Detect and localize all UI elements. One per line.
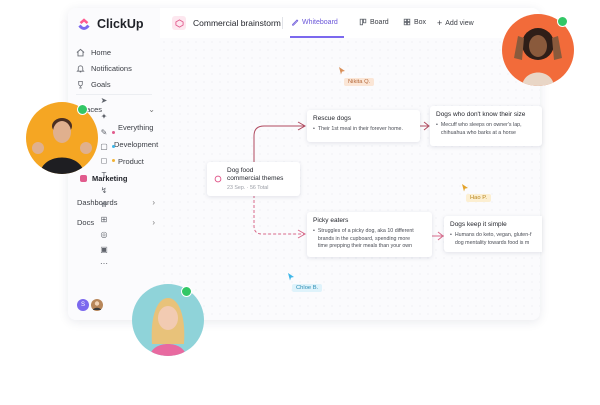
cursor-label-hao: Hao P. xyxy=(466,194,491,202)
card-body: • Mecuff who sleeps on owner's lap, chihua… xyxy=(436,122,522,136)
online-status-dot xyxy=(557,16,568,27)
person-smiling-icon xyxy=(150,298,186,356)
card-body-text: dog mentality towards food is m xyxy=(454,239,530,246)
card-title: Dogs who don't know their size xyxy=(436,111,526,118)
collaborator-avatar-bottom[interactable] xyxy=(132,284,204,356)
cursor-label-chloe: Chloe B. xyxy=(292,284,323,292)
online-status-dot xyxy=(181,286,192,297)
card-dogs-size[interactable]: Dogs who don't know their size • Mecuff w… xyxy=(430,106,542,146)
card-body-text: brands in the cupboard, spending more xyxy=(317,235,411,242)
card-body: • Humans do keto, vegan, gluten-f dog ment… xyxy=(450,232,532,246)
cursor-pointer-icon xyxy=(339,67,345,75)
card-body-text: Mecuff who sleeps on owner's lap, xyxy=(440,122,522,128)
card-body-text: chihuahua who barks at a horse xyxy=(440,129,516,136)
center-card-title-line2: commercial themes xyxy=(227,175,284,182)
cursor-label-nikita: Nikita Q. xyxy=(344,78,375,86)
card-body-text: Struggles of a picky dog, aka 10 differe… xyxy=(317,228,414,234)
card-title: Dogs keep it simple xyxy=(450,221,507,228)
center-card-title-line1: Dog food xyxy=(227,167,254,174)
online-status-dot xyxy=(77,104,88,115)
card-title: Rescue dogs xyxy=(313,115,351,122)
center-card-meta: 23 Sep. · 56 Total xyxy=(227,185,269,191)
person-thumbs-up-icon xyxy=(32,118,92,174)
card-rescue-dogs[interactable]: Rescue dogs • Their 1st meal in their for… xyxy=(307,110,420,142)
card-body: • Their 1st meal in their forever home. xyxy=(313,126,403,132)
card-keep-simple[interactable]: Dogs keep it simple • Humans do keto, veg… xyxy=(444,216,542,252)
circle-status-icon xyxy=(214,175,222,183)
card-body-text: Humans do keto, vegan, gluten-f xyxy=(454,232,532,238)
connector-to-picky-eaters xyxy=(253,190,304,235)
cursor-pointer-icon xyxy=(462,184,468,192)
card-body-text: Their 1st meal in their forever home. xyxy=(317,126,403,132)
card-title: Picky eaters xyxy=(313,217,349,224)
center-topic-card[interactable]: Dog food commercial themes 23 Sep. · 56 … xyxy=(207,162,300,196)
card-body-text: time prepping their meals than your own xyxy=(317,243,413,249)
cursor-pointer-icon xyxy=(288,273,294,281)
card-body: • Struggles of a picky dog, aka 10 differ… xyxy=(313,228,414,249)
card-picky-eaters[interactable]: Picky eaters • Struggles of a picky dog, … xyxy=(307,212,432,257)
collaborator-avatar-left[interactable] xyxy=(26,102,98,174)
